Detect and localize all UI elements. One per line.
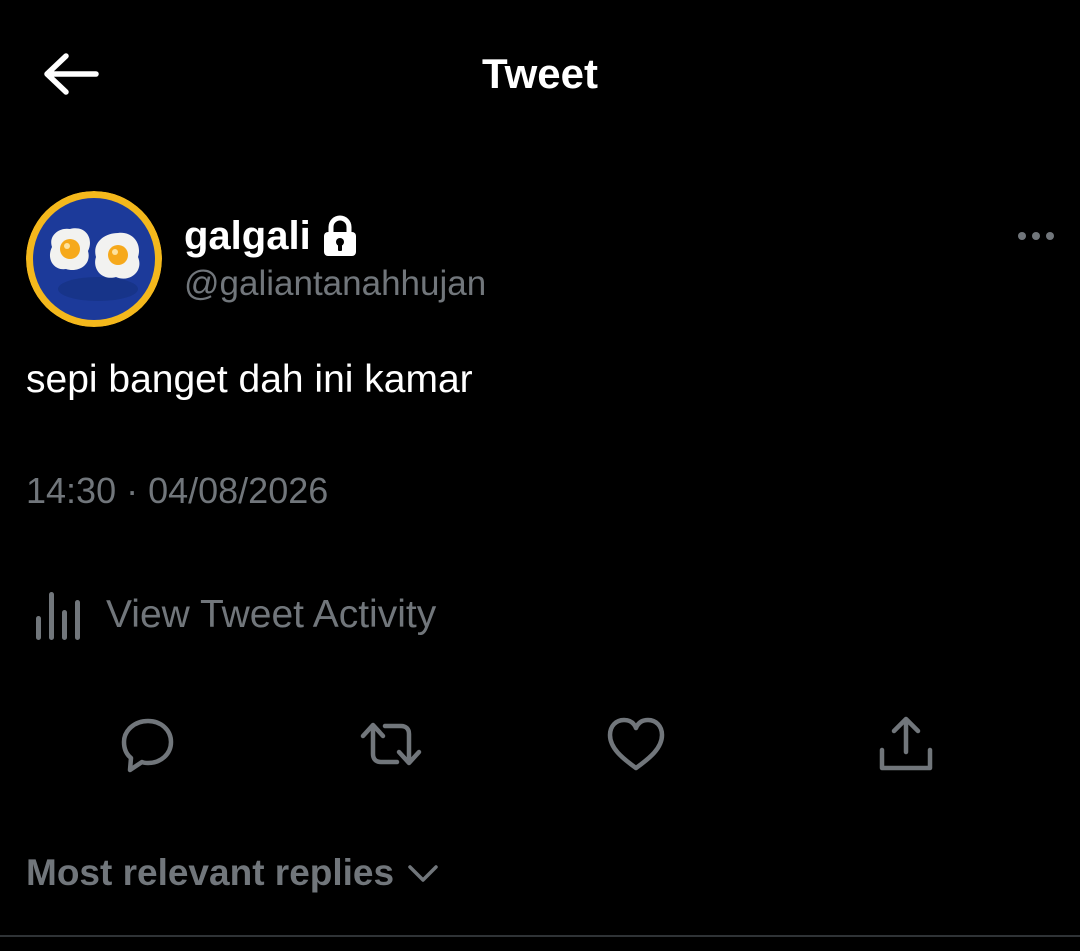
tweet-timestamp[interactable]: 14:30 · 04/08/2026 [26,470,328,512]
divider [0,935,1080,937]
analytics-icon [30,586,86,644]
reply-icon [121,718,174,773]
like-icon [607,717,665,771]
replies-sort-dropdown[interactable]: Most relevant replies [26,852,440,894]
retweet-icon [360,722,422,766]
reply-button[interactable] [116,712,180,776]
page-title: Tweet [482,50,598,97]
author-handle[interactable]: @galiantanahhujan [184,264,486,304]
display-name[interactable]: galgali [184,214,311,259]
top-bar: Tweet [0,0,1080,150]
share-icon [879,716,933,771]
author-name-row: galgali [184,210,359,262]
replies-sort-label: Most relevant replies [26,852,395,893]
share-button[interactable] [874,712,938,776]
tweet-text: sepi banget dah ini kamar [26,358,473,401]
lock-icon [321,214,359,258]
view-tweet-activity-button[interactable]: View Tweet Activity [30,585,436,645]
tweet-detail-screen: Tweet galgali @galiantanahhujan sepi ban… [0,0,1080,951]
avatar[interactable] [26,191,162,327]
more-horizontal-icon [1018,232,1054,240]
like-button[interactable] [604,712,668,776]
chevron-down-icon [406,858,440,888]
more-options-button[interactable] [1012,220,1060,252]
retweet-button[interactable] [359,712,423,776]
avatar-image [26,191,162,327]
activity-label: View Tweet Activity [106,593,437,636]
